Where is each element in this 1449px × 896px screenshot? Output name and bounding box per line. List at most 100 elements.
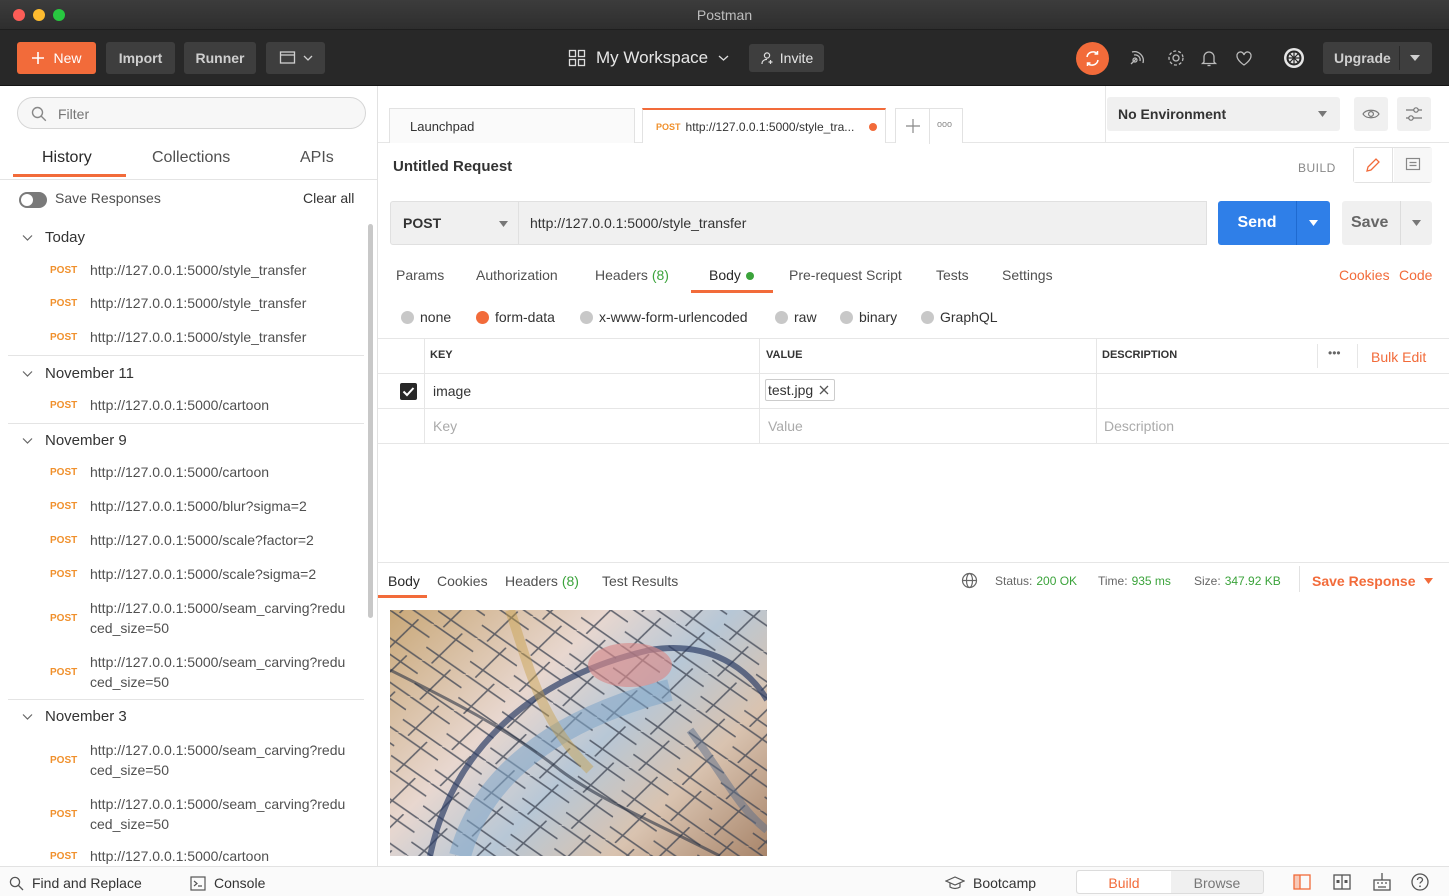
import-button[interactable]: Import: [106, 42, 175, 74]
history-item[interactable]: POST http://127.0.0.1:5000/style_transfer: [50, 293, 360, 313]
keyboard-shortcuts-icon[interactable]: [1373, 872, 1391, 892]
bell-icon[interactable]: [1198, 47, 1220, 69]
new-window-button[interactable]: [266, 42, 325, 74]
close-icon[interactable]: [819, 385, 829, 395]
sliders-icon: [1406, 107, 1422, 121]
sidebar-scrollbar[interactable]: [368, 224, 373, 618]
description-input-placeholder[interactable]: Description: [1104, 418, 1174, 434]
split-view-icon[interactable]: [1333, 874, 1351, 890]
chevron-down-icon: [22, 370, 33, 377]
history-item[interactable]: POST http://127.0.0.1:5000/scale?factor=2: [50, 530, 360, 550]
history-item[interactable]: POST http://127.0.0.1:5000/seam_carving?r…: [50, 598, 360, 638]
file-chip[interactable]: test.jpg: [765, 379, 836, 401]
new-button[interactable]: New: [17, 42, 96, 74]
body-type-graphql[interactable]: GraphQL: [921, 309, 998, 325]
history-item[interactable]: POST http://127.0.0.1:5000/scale?sigma=2: [50, 564, 360, 584]
comments-mode-button[interactable]: [1394, 148, 1432, 182]
build-mode-button[interactable]: [1354, 148, 1393, 182]
bulk-edit-link[interactable]: Bulk Edit: [1371, 349, 1426, 365]
plus-icon[interactable]: [906, 119, 920, 133]
invite-button[interactable]: Invite: [749, 44, 824, 72]
interceptor-icon[interactable]: [1126, 47, 1148, 69]
tab-apis[interactable]: APIs: [300, 149, 334, 167]
save-responses-toggle[interactable]: [19, 192, 47, 208]
tab-launchpad[interactable]: Launchpad: [389, 108, 635, 143]
help-icon[interactable]: [1411, 873, 1429, 891]
upgrade-button[interactable]: Upgrade: [1323, 42, 1432, 74]
console-button[interactable]: Console: [190, 875, 265, 891]
history-group-november-3[interactable]: November 3: [22, 708, 127, 725]
body-type-binary[interactable]: binary: [840, 309, 897, 325]
heart-icon[interactable]: [1233, 47, 1255, 69]
save-response-button[interactable]: Save Response: [1312, 573, 1433, 589]
window-title: Postman: [696, 7, 753, 23]
value-input-placeholder[interactable]: Value: [768, 418, 803, 434]
history-item[interactable]: POST http://127.0.0.1:5000/style_transfer: [50, 327, 360, 347]
response-tab-test-results[interactable]: Test Results: [602, 573, 678, 589]
workspace-switcher[interactable]: My Workspace: [568, 48, 729, 68]
two-pane-view-icon[interactable]: [1293, 874, 1311, 890]
body-type-urlencoded[interactable]: x-www-form-urlencoded: [580, 309, 748, 325]
filter-input[interactable]: [58, 104, 348, 124]
tab-tests[interactable]: Tests: [936, 267, 969, 283]
row-checkbox[interactable]: [400, 383, 417, 400]
tab-history[interactable]: History: [42, 149, 92, 167]
more-options-icon[interactable]: •••: [1328, 346, 1341, 360]
method-select[interactable]: POST: [390, 201, 519, 245]
response-tab-body[interactable]: Body: [388, 573, 420, 589]
sync-icon: [1086, 51, 1099, 66]
sync-button[interactable]: [1076, 42, 1109, 75]
runner-button[interactable]: Runner: [184, 42, 256, 74]
sidebar: History Collections APIs Save Responses …: [0, 86, 378, 866]
code-link[interactable]: Code: [1399, 267, 1432, 283]
filter-field[interactable]: [17, 97, 366, 129]
history-item[interactable]: POST http://127.0.0.1:5000/cartoon: [50, 395, 360, 415]
save-button[interactable]: Save: [1342, 201, 1432, 245]
tab-collections[interactable]: Collections: [152, 149, 230, 167]
tab-authorization[interactable]: Authorization: [476, 267, 558, 283]
gear-icon[interactable]: [1165, 47, 1187, 69]
request-title[interactable]: Untitled Request: [393, 158, 512, 175]
tab-body[interactable]: Body: [709, 267, 754, 283]
tab-label: Body: [709, 267, 741, 283]
bootcamp-button[interactable]: Bootcamp: [945, 875, 1036, 891]
history-item[interactable]: POST http://127.0.0.1:5000/seam_carving?r…: [50, 794, 360, 834]
globe-icon[interactable]: [961, 572, 978, 589]
tab-active-request[interactable]: POST http://127.0.0.1:5000/style_tra...: [642, 108, 886, 143]
body-type-form-data[interactable]: form-data: [476, 309, 555, 325]
cookies-link[interactable]: Cookies: [1339, 267, 1390, 283]
clear-all-button[interactable]: Clear all: [303, 190, 354, 206]
build-toggle-button[interactable]: Build: [1077, 871, 1171, 893]
history-item[interactable]: POST http://127.0.0.1:5000/seam_carving?r…: [50, 652, 360, 692]
history-item[interactable]: POST http://127.0.0.1:5000/cartoon: [50, 846, 360, 866]
environment-quick-look-button[interactable]: [1354, 97, 1388, 131]
url-field[interactable]: http://127.0.0.1:5000/style_transfer: [519, 201, 1207, 245]
manage-environments-button[interactable]: [1397, 97, 1431, 131]
chevron-down-icon: [22, 713, 33, 720]
history-url-line: http://127.0.0.1:5000/seam_carving?redu: [90, 654, 346, 670]
history-group-november-9[interactable]: November 9: [22, 432, 127, 449]
browse-toggle-button[interactable]: Browse: [1171, 871, 1263, 893]
response-tab-cookies[interactable]: Cookies: [437, 573, 488, 589]
avatar-icon[interactable]: [1282, 46, 1304, 68]
find-replace-button[interactable]: Find and Replace: [9, 875, 142, 891]
history-item[interactable]: POST http://127.0.0.1:5000/cartoon: [50, 462, 360, 482]
send-button[interactable]: Send: [1218, 201, 1330, 245]
body-type-raw[interactable]: raw: [775, 309, 817, 325]
environment-select[interactable]: No Environment: [1107, 97, 1340, 131]
history-item[interactable]: POST http://127.0.0.1:5000/style_transfer: [50, 260, 360, 280]
history-group-november-11[interactable]: November 11: [22, 365, 134, 382]
url-input[interactable]: http://127.0.0.1:5000/style_transfer: [530, 215, 746, 231]
tab-params[interactable]: Params: [396, 267, 444, 283]
history-item[interactable]: POST http://127.0.0.1:5000/blur?sigma=2: [50, 496, 360, 516]
key-input-placeholder[interactable]: Key: [433, 418, 457, 434]
response-tab-headers[interactable]: Headers (8): [505, 573, 579, 589]
body-type-none[interactable]: none: [401, 309, 451, 325]
tab-settings[interactable]: Settings: [1002, 267, 1053, 283]
tab-pre-request-script[interactable]: Pre-request Script: [789, 267, 902, 283]
more-tabs-icon[interactable]: ooo: [937, 119, 952, 129]
history-item[interactable]: POST http://127.0.0.1:5000/seam_carving?r…: [50, 740, 360, 780]
tab-headers[interactable]: Headers (8): [595, 267, 669, 283]
history-group-today[interactable]: Today: [22, 229, 85, 246]
param-key[interactable]: image: [433, 383, 471, 399]
